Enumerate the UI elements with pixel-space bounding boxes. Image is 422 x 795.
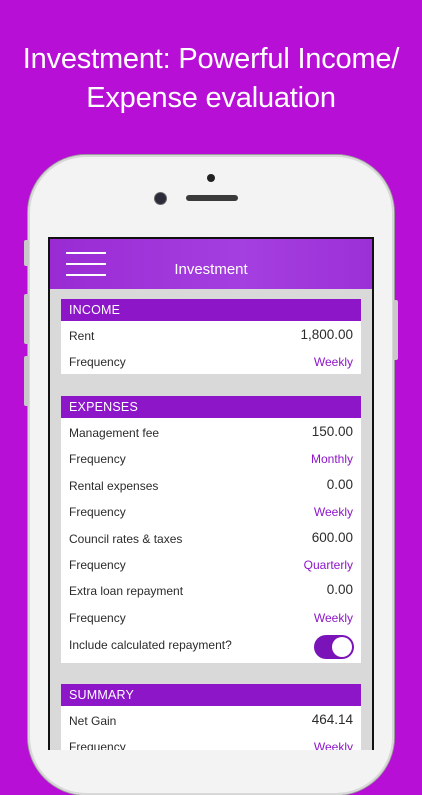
council-frequency-value[interactable]: Quarterly xyxy=(304,558,353,572)
rental-frequency-row[interactable]: Frequency Weekly xyxy=(61,497,361,523)
rental-expenses-row[interactable]: Rental expenses 0.00 xyxy=(61,471,361,497)
net-gain-row: Net Gain 464.14 xyxy=(61,706,361,732)
row-label: Frequency xyxy=(69,557,126,572)
toggle-knob xyxy=(332,637,352,658)
row-label: Frequency xyxy=(69,505,126,520)
expenses-header: EXPENSES xyxy=(61,396,361,418)
summary-frequency-value[interactable]: Weekly xyxy=(314,740,353,750)
extra-loan-frequency-row[interactable]: Frequency Weekly xyxy=(61,603,361,629)
council-rates-row[interactable]: Council rates & taxes 600.00 xyxy=(61,524,361,550)
management-fee-row[interactable]: Management fee 150.00 xyxy=(61,418,361,444)
management-frequency-value[interactable]: Monthly xyxy=(311,452,353,466)
rental-frequency-value[interactable]: Weekly xyxy=(314,505,353,519)
row-label: Rent xyxy=(69,329,95,343)
hamburger-menu-icon[interactable] xyxy=(66,252,106,277)
management-frequency-row[interactable]: Frequency Monthly xyxy=(61,444,361,470)
income-header: INCOME xyxy=(61,299,361,321)
toggle-label: Include calculated repayment? xyxy=(69,638,232,653)
row-label: Rental expenses xyxy=(69,478,159,493)
net-gain-value: 464.14 xyxy=(311,712,353,727)
rent-frequency-value[interactable]: Weekly xyxy=(314,355,353,369)
include-repayment-row: Include calculated repayment? xyxy=(61,629,361,663)
row-label: Net Gain xyxy=(69,714,117,728)
power-button xyxy=(393,300,398,360)
rent-value[interactable]: 1,800.00 xyxy=(300,327,353,342)
extra-loan-frequency-value[interactable]: Weekly xyxy=(314,611,353,625)
marketing-headline: Investment: Powerful Income/ Expense eva… xyxy=(0,40,422,118)
headline-line-2: Expense evaluation xyxy=(86,82,336,114)
expenses-section: EXPENSES Management fee 150.00 Frequency… xyxy=(61,396,361,664)
summary-frequency-row[interactable]: Frequency Weekly xyxy=(61,732,361,750)
income-frequency-row[interactable]: Frequency Weekly xyxy=(61,347,361,373)
extra-loan-row[interactable]: Extra loan repayment 0.00 xyxy=(61,576,361,602)
summary-section: SUMMARY Net Gain 464.14 Frequency Weekly xyxy=(61,684,361,750)
proximity-sensor xyxy=(207,174,215,182)
council-rates-value[interactable]: 600.00 xyxy=(312,530,353,545)
row-label: Extra loan repayment xyxy=(69,584,184,599)
headline-line-1: Investment: Powerful Income/ xyxy=(22,43,400,75)
row-label: Frequency xyxy=(69,452,126,467)
volume-down-button xyxy=(24,356,29,406)
earpiece-speaker xyxy=(186,195,238,201)
row-label: Council rates & taxes xyxy=(69,531,183,546)
summary-header: SUMMARY xyxy=(61,684,361,706)
income-rent-row[interactable]: Rent 1,800.00 xyxy=(61,321,361,347)
income-section: INCOME Rent 1,800.00 Frequency Weekly xyxy=(61,299,361,374)
management-fee-value[interactable]: 150.00 xyxy=(312,424,353,439)
row-label: Frequency xyxy=(69,610,126,625)
rental-expenses-value[interactable]: 0.00 xyxy=(327,477,353,492)
row-label: Frequency xyxy=(69,740,126,750)
row-label: Management fee xyxy=(69,426,160,440)
mute-switch xyxy=(24,240,29,266)
include-repayment-toggle[interactable] xyxy=(314,635,354,660)
navigation-bar: Investment xyxy=(50,239,372,289)
extra-loan-value[interactable]: 0.00 xyxy=(327,582,353,597)
row-label: Frequency xyxy=(69,355,126,370)
front-camera-icon xyxy=(155,193,166,204)
council-frequency-row[interactable]: Frequency Quarterly xyxy=(61,550,361,576)
app-screen: Investment INCOME Rent 1,800.00 Frequenc… xyxy=(48,237,374,750)
volume-up-button xyxy=(24,294,29,344)
